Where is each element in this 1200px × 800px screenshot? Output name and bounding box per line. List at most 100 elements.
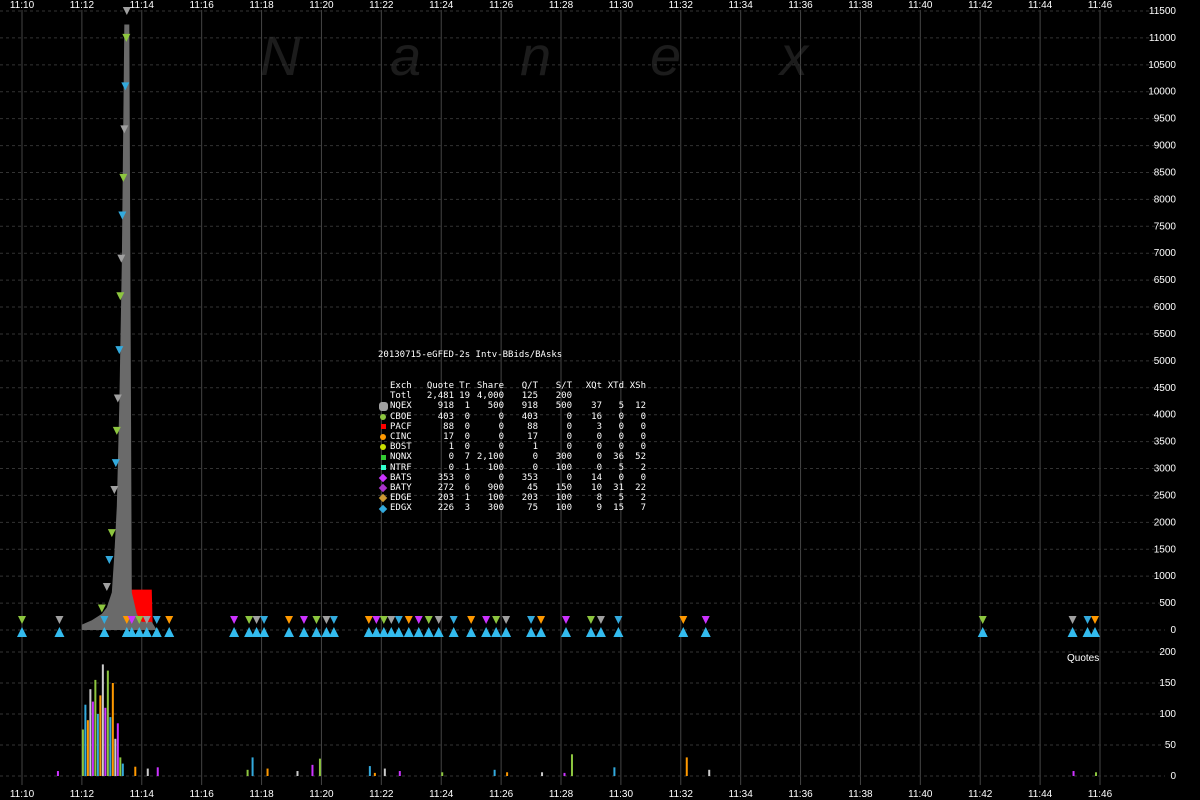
y-tick-label: 500 xyxy=(1159,598,1176,609)
legend-cell: Q/T xyxy=(521,381,538,392)
legend-cell: 0 xyxy=(498,432,504,443)
legend-cell: 0 xyxy=(498,472,504,483)
quote-bar xyxy=(101,664,104,776)
y-tick-label: 100 xyxy=(1159,709,1176,720)
legend-cell: PACF xyxy=(390,421,412,432)
legend-row: EDGE 203 1 100 203 100 8 5 2 xyxy=(378,493,646,503)
quote-bar xyxy=(246,769,249,776)
legend-swatch xyxy=(378,463,388,473)
y-tick-label: 2000 xyxy=(1154,517,1177,528)
legend-cell: 52 xyxy=(635,452,646,463)
legend-swatch xyxy=(378,432,388,442)
bid-marker xyxy=(1091,616,1100,624)
legend-cell: 353 xyxy=(437,472,454,483)
x-tick-label-top: 11:26 xyxy=(489,0,514,11)
quote-bar xyxy=(383,768,386,776)
legend-cell: 1 xyxy=(464,462,470,473)
legend-swatch xyxy=(378,453,388,463)
y-tick-label: 10500 xyxy=(1148,60,1176,71)
legend-cell: 14 xyxy=(591,472,602,483)
gray-area-series xyxy=(81,24,157,630)
legend-cell: 2 xyxy=(640,493,646,504)
legend-cell: 0 xyxy=(448,452,454,463)
legend-cell: XSh xyxy=(629,381,646,392)
bid-marker xyxy=(492,616,501,624)
legend-cell: XQt xyxy=(585,381,602,392)
quote-bar xyxy=(91,701,94,776)
legend-cell: NQNX xyxy=(390,452,412,463)
legend-row: BOST 1 0 0 1 0 0 0 0 xyxy=(378,442,646,452)
legend-cell: 0 xyxy=(498,411,504,422)
quote-bar xyxy=(708,769,711,776)
legend-cell: CINC xyxy=(390,432,412,443)
legend-row: BATS 353 0 0 353 0 14 0 0 xyxy=(378,473,646,483)
ask-marker xyxy=(1067,627,1078,637)
quote-bar xyxy=(266,768,269,776)
legend-cell: 100 xyxy=(555,503,572,514)
x-tick-label-top: 11:14 xyxy=(130,0,155,11)
x-tick-label-bottom: 11:22 xyxy=(369,789,394,800)
legend-swatch xyxy=(378,493,388,503)
legend-cell: XTd xyxy=(607,381,624,392)
y-tick-label: 5500 xyxy=(1154,329,1177,340)
x-tick-label-top: 11:18 xyxy=(249,0,274,11)
watermark-letter: a xyxy=(390,24,421,87)
y-tick-label: 9000 xyxy=(1154,141,1177,152)
legend-row: CBOE 403 0 0 403 0 16 0 0 xyxy=(378,412,646,422)
legend-cell: 0 xyxy=(566,432,572,443)
legend-swatch-shape xyxy=(380,465,386,471)
legend-cell: 0 xyxy=(464,421,470,432)
y-tick-label: 9500 xyxy=(1154,114,1177,125)
legend-row: NQEX 918 1 500 918 500 37 5 12 xyxy=(378,401,646,411)
y-tick-label: 11500 xyxy=(1149,6,1177,17)
legend-cell: 4,000 xyxy=(476,391,504,402)
legend-cell: 0 xyxy=(596,452,602,463)
legend-cell: 22 xyxy=(635,483,646,494)
quote-bar xyxy=(251,757,254,776)
ask-marker xyxy=(1090,627,1101,637)
legend-cell: 0 xyxy=(464,411,470,422)
legend-cell: 0 xyxy=(566,411,572,422)
x-tick-label-top: 11:36 xyxy=(788,0,813,11)
legend-swatch-shape xyxy=(378,504,388,513)
legend-cell: 100 xyxy=(555,493,572,504)
x-tick-label-top: 11:44 xyxy=(1028,0,1053,11)
ask-marker xyxy=(560,627,571,637)
y-tick-label: 4500 xyxy=(1154,383,1177,394)
y-tick-label: 50 xyxy=(1165,740,1177,751)
quote-bar xyxy=(685,757,688,776)
legend-cell: 10 xyxy=(591,483,602,494)
legend-cell: 300 xyxy=(487,503,504,514)
x-tick-label-bottom: 11:14 xyxy=(130,789,155,800)
y-tick-label: 3500 xyxy=(1154,437,1177,448)
legend-cell: 2 xyxy=(640,462,646,473)
legend-row: NTRF 0 1 100 0 100 0 5 2 xyxy=(378,463,646,473)
legend-cell: 6 xyxy=(464,483,470,494)
quote-bar xyxy=(111,683,114,776)
legend-cell: 15 xyxy=(613,503,624,514)
legend-cell: 5 xyxy=(618,401,624,412)
legend-cell: 0 xyxy=(640,442,646,453)
legend-cell: 0 xyxy=(566,421,572,432)
quote-bar xyxy=(134,766,137,776)
ask-marker xyxy=(284,627,295,637)
bid-marker xyxy=(1068,616,1077,624)
legend-cell: CBOE xyxy=(390,411,412,422)
legend-cell: 403 xyxy=(521,411,538,422)
bid-marker xyxy=(285,616,294,624)
x-tick-label-bottom: 11:34 xyxy=(729,789,754,800)
legend-swatch-shape xyxy=(380,424,386,430)
bid-marker xyxy=(394,616,403,624)
quote-bar xyxy=(146,768,149,776)
bid-marker xyxy=(1083,616,1092,624)
bid-marker xyxy=(105,556,114,565)
y-tick-label: 10000 xyxy=(1148,87,1176,98)
quote-bar xyxy=(86,720,89,776)
legend-swatch-shape xyxy=(380,413,386,420)
legend-cell: 0 xyxy=(596,432,602,443)
quote-bar xyxy=(106,670,109,776)
ask-marker xyxy=(311,627,322,637)
legend-cell: 31 xyxy=(613,483,624,494)
quote-bar xyxy=(541,772,544,776)
legend-swatch xyxy=(378,412,388,422)
